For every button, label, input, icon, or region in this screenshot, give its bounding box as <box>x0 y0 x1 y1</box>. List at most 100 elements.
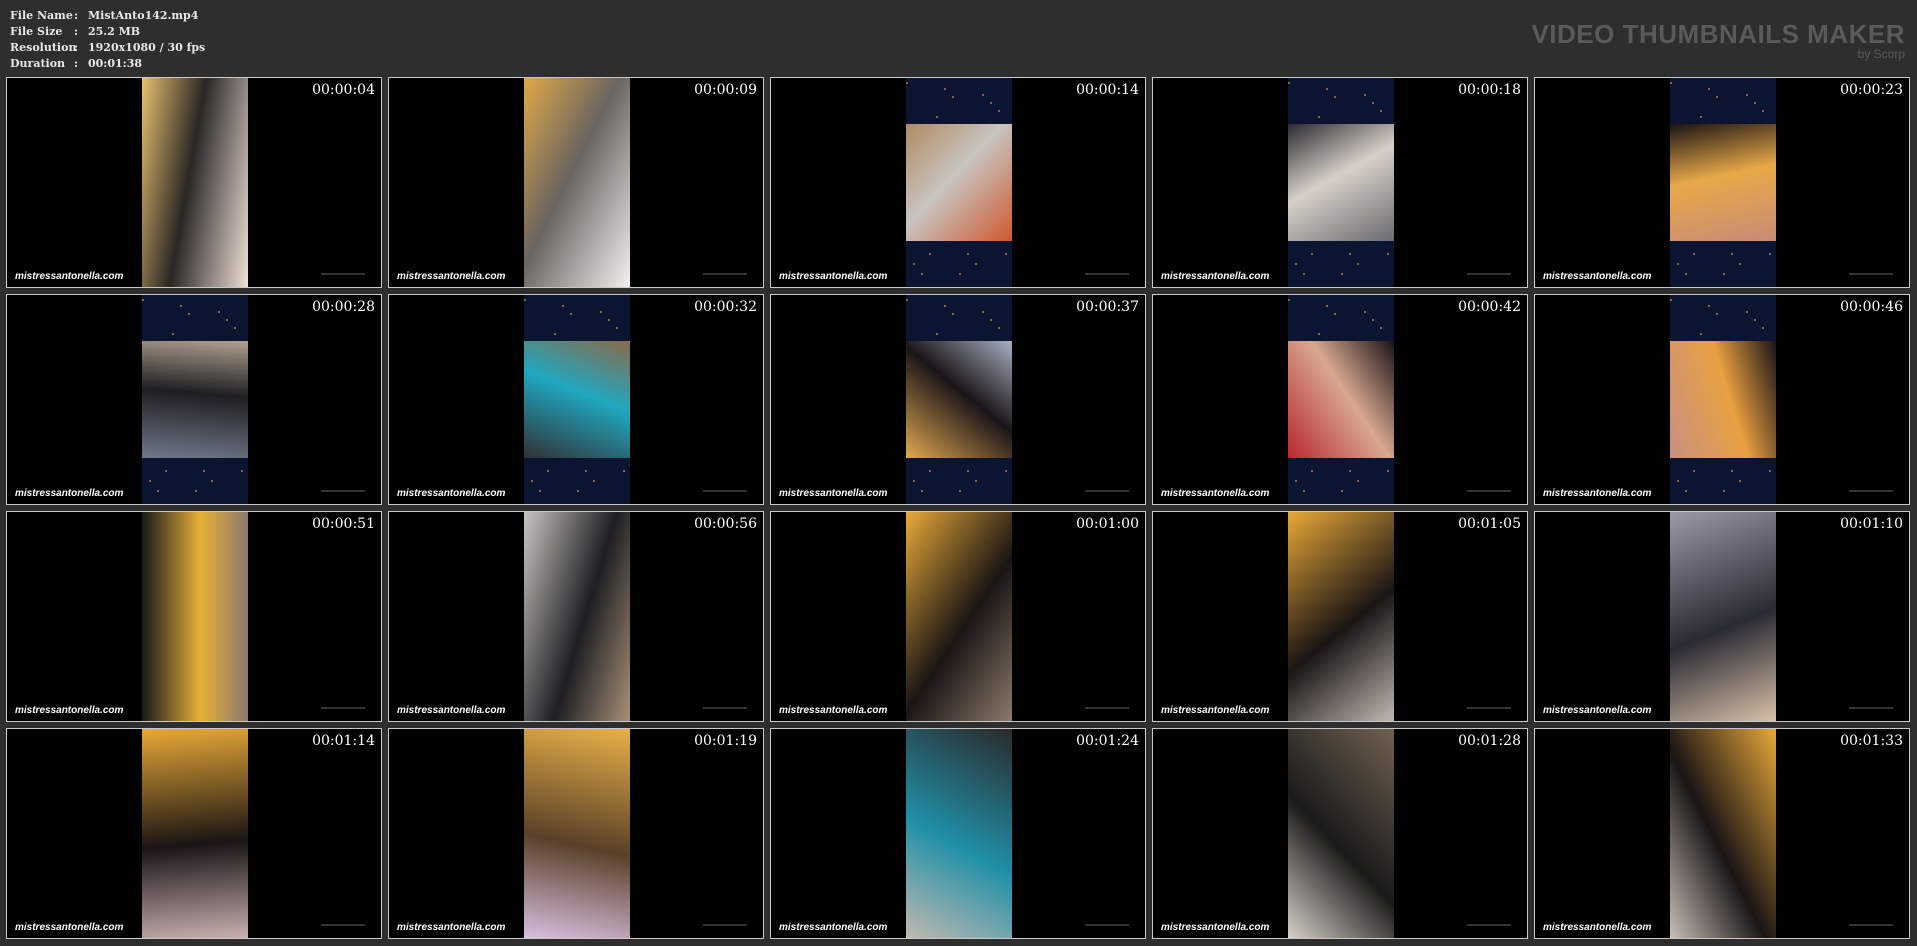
sparkle <box>180 305 182 307</box>
watermark: mistressantonella.com <box>779 705 888 716</box>
video-frame <box>524 729 630 938</box>
file-info-value: 25.2 MB <box>88 25 141 38</box>
sparkle <box>998 110 1000 112</box>
sparkle <box>1693 253 1695 255</box>
sparkle <box>226 319 228 321</box>
sparkle <box>1769 253 1771 255</box>
sparkle <box>913 480 915 482</box>
thumbnail-00-00-32[interactable]: 00:00:32 mistressantonella.com <box>388 294 764 505</box>
sparkle <box>1708 305 1710 307</box>
sparkle <box>906 299 908 301</box>
faint-watermark <box>1849 490 1893 492</box>
timecode: 00:01:24 <box>1076 733 1139 749</box>
thumbnail-00-01-33[interactable]: 00:01:33 mistressantonella.com <box>1534 728 1910 939</box>
faint-watermark <box>1467 707 1511 709</box>
faint-watermark <box>1849 707 1893 709</box>
thumbnail-00-01-05[interactable]: 00:01:05 mistressantonella.com <box>1152 511 1528 722</box>
file-info-sep: : <box>74 9 79 22</box>
sparkle <box>1685 273 1687 275</box>
frame-image <box>524 729 630 938</box>
timecode: 00:01:05 <box>1458 516 1521 532</box>
thumbnail-00-01-19[interactable]: 00:01:19 mistressantonella.com <box>388 728 764 939</box>
faint-watermark <box>1085 273 1129 275</box>
video-frame <box>524 512 630 721</box>
sparkle <box>1364 94 1366 96</box>
frame-image <box>1670 340 1776 459</box>
thumbnail-00-00-37[interactable]: 00:00:37 mistressantonella.com <box>770 294 1146 505</box>
sparkle <box>608 319 610 321</box>
sparkle <box>195 490 197 492</box>
watermark: mistressantonella.com <box>1543 705 1652 716</box>
thumbnail-00-00-51[interactable]: 00:00:51 mistressantonella.com <box>6 511 382 722</box>
sparkle <box>913 263 915 265</box>
frame-image <box>906 512 1012 721</box>
faint-watermark <box>321 490 365 492</box>
sparkle <box>929 470 931 472</box>
sparkle <box>539 490 541 492</box>
sheet-header: File Name : MistAnto142.mp4 File Size : … <box>0 0 1917 76</box>
thumbnail-00-00-56[interactable]: 00:00:56 mistressantonella.com <box>388 511 764 722</box>
faint-watermark <box>1085 490 1129 492</box>
thumbnail-00-01-24[interactable]: 00:01:24 mistressantonella.com <box>770 728 1146 939</box>
frame-image <box>1288 123 1394 242</box>
sparkle <box>1349 470 1351 472</box>
sparkle <box>936 116 938 118</box>
thumbnail-00-00-09[interactable]: 00:00:09 mistressantonella.com <box>388 77 764 288</box>
watermark: mistressantonella.com <box>15 705 124 716</box>
timecode: 00:00:56 <box>694 516 757 532</box>
watermark: mistressantonella.com <box>779 271 888 282</box>
thumbnail-00-00-42[interactable]: 00:00:42 mistressantonella.com <box>1152 294 1528 505</box>
watermark: mistressantonella.com <box>397 922 506 933</box>
sparkle <box>1372 102 1374 104</box>
watermark: mistressantonella.com <box>1543 488 1652 499</box>
file-info-value: 1920x1080 / 30 fps <box>88 41 206 54</box>
sparkle <box>524 299 526 301</box>
sparkle <box>1334 313 1336 315</box>
thumbnail-00-00-14[interactable]: 00:00:14 mistressantonella.com <box>770 77 1146 288</box>
sparkle <box>1723 490 1725 492</box>
sparkle <box>1693 470 1695 472</box>
thumbnail-00-01-00[interactable]: 00:01:00 mistressantonella.com <box>770 511 1146 722</box>
thumbnail-00-01-10[interactable]: 00:01:10 mistressantonella.com <box>1534 511 1910 722</box>
sparkle <box>921 273 923 275</box>
thumbnail-00-00-18[interactable]: 00:00:18 mistressantonella.com <box>1152 77 1528 288</box>
frame-image <box>1670 123 1776 242</box>
video-frame <box>1288 512 1394 721</box>
sparkle <box>959 490 961 492</box>
faint-watermark <box>321 924 365 926</box>
sparkle <box>562 305 564 307</box>
timecode: 00:01:14 <box>312 733 375 749</box>
timecode: 00:00:04 <box>312 82 375 98</box>
thumbnail-00-00-04[interactable]: 00:00:04 mistressantonella.com <box>6 77 382 288</box>
sparkle <box>1754 102 1756 104</box>
thumbnail-00-00-23[interactable]: 00:00:23 mistressantonella.com <box>1534 77 1910 288</box>
sparkle <box>1364 311 1366 313</box>
sparkle <box>1326 88 1328 90</box>
sparkle <box>1716 313 1718 315</box>
sparkle <box>1311 253 1313 255</box>
sparkle <box>577 490 579 492</box>
sparkle <box>172 333 174 335</box>
faint-watermark <box>703 490 747 492</box>
sparkle <box>1739 263 1741 265</box>
sparkle <box>1739 480 1741 482</box>
frame-image <box>1288 729 1394 938</box>
thumbnail-00-00-28[interactable]: 00:00:28 mistressantonella.com <box>6 294 382 505</box>
sparkle <box>1716 96 1718 98</box>
file-info-key: Duration <box>10 57 66 70</box>
thumbnail-00-01-28[interactable]: 00:01:28 mistressantonella.com <box>1152 728 1528 939</box>
thumbnail-00-01-14[interactable]: 00:01:14 mistressantonella.com <box>6 728 382 939</box>
sparkle <box>1746 311 1748 313</box>
sparkle <box>1303 273 1305 275</box>
file-info: File Name : MistAnto142.mp4 File Size : … <box>10 8 205 72</box>
sparkle <box>1685 490 1687 492</box>
file-info-row-duration: Duration : 00:01:38 <box>10 56 205 72</box>
video-frame <box>142 729 248 938</box>
sparkle <box>1341 273 1343 275</box>
sparkle <box>1357 480 1359 482</box>
sparkle <box>218 311 220 313</box>
faint-watermark <box>321 273 365 275</box>
thumbnail-00-00-46[interactable]: 00:00:46 mistressantonella.com <box>1534 294 1910 505</box>
faint-watermark <box>1085 924 1129 926</box>
timecode: 00:00:28 <box>312 299 375 315</box>
